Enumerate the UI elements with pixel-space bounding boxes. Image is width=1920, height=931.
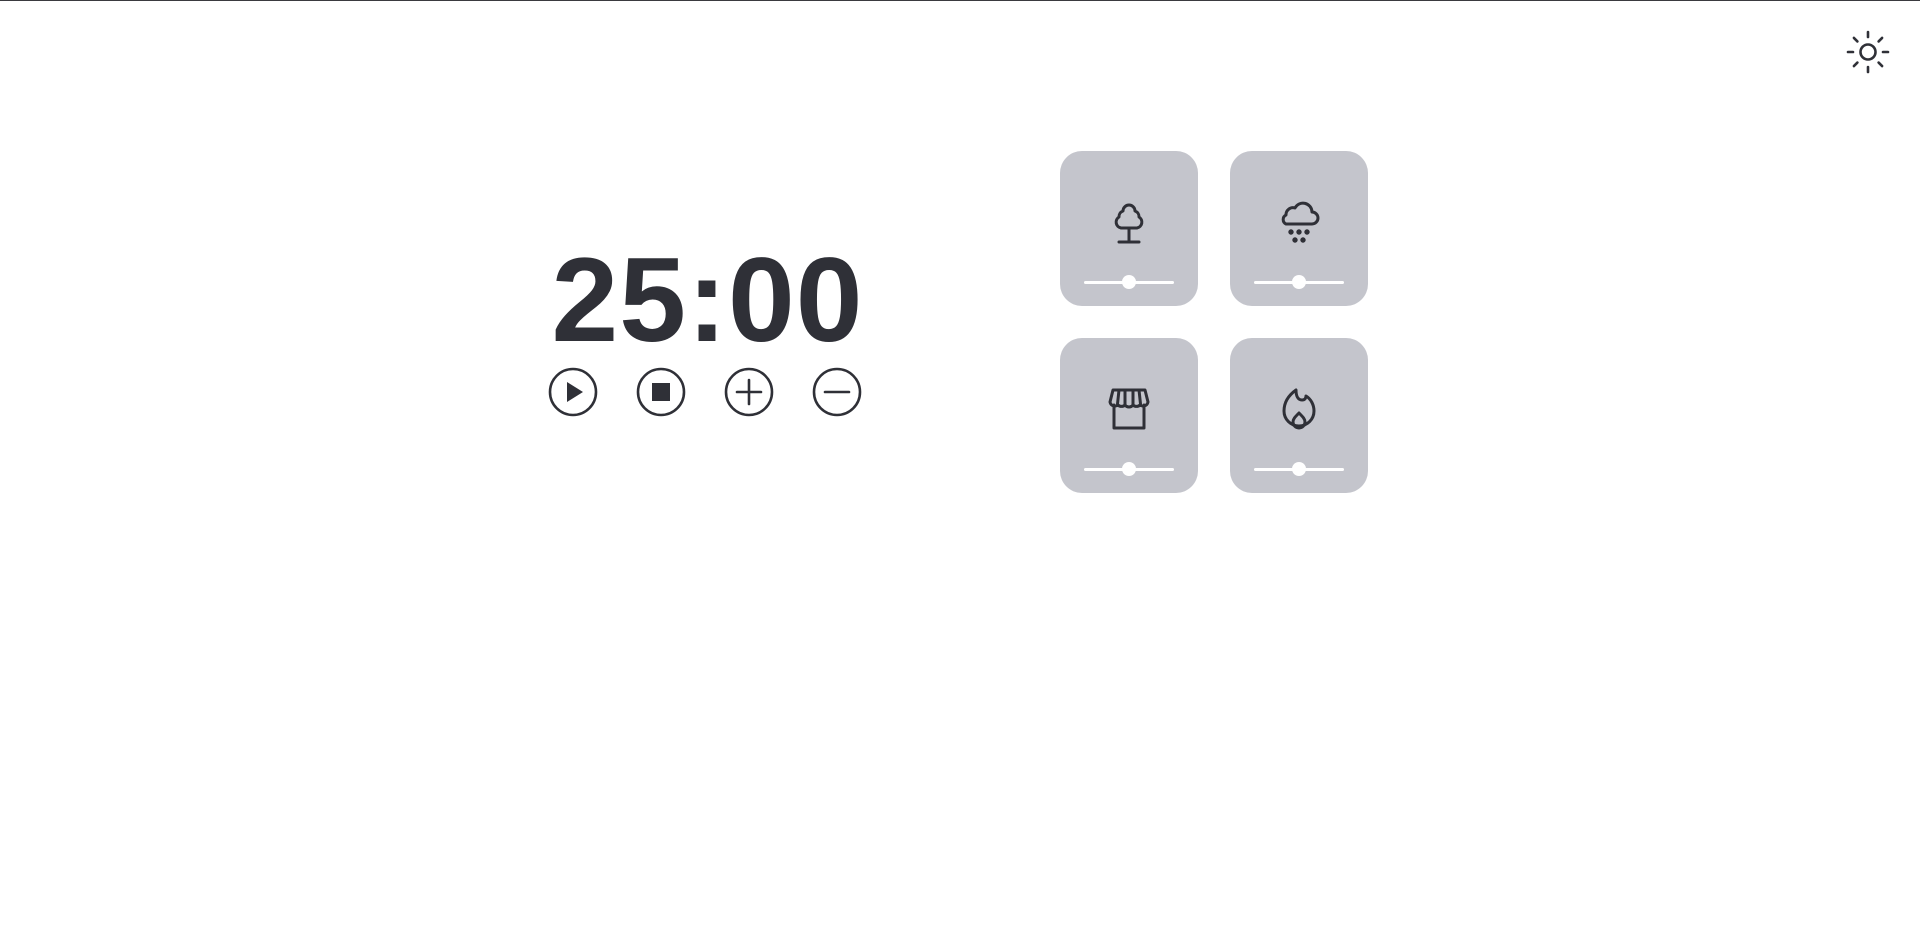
sun-icon bbox=[1846, 30, 1890, 74]
stop-icon bbox=[636, 367, 686, 417]
play-button[interactable] bbox=[548, 367, 598, 417]
slider-thumb[interactable] bbox=[1122, 275, 1136, 289]
fire-icon bbox=[1269, 378, 1329, 438]
slider-thumb[interactable] bbox=[1292, 275, 1306, 289]
tree-icon bbox=[1099, 191, 1159, 251]
increase-time-button[interactable] bbox=[724, 367, 774, 417]
timer-display: 25:00 bbox=[551, 233, 864, 367]
plus-circle-icon bbox=[724, 367, 774, 417]
volume-slider-forest[interactable] bbox=[1084, 275, 1174, 289]
minus-circle-icon bbox=[812, 367, 862, 417]
play-icon bbox=[548, 367, 598, 417]
sound-tile-cafe[interactable] bbox=[1060, 338, 1198, 493]
volume-slider-fireplace[interactable] bbox=[1254, 462, 1344, 476]
volume-slider-rain[interactable] bbox=[1254, 275, 1344, 289]
volume-slider-cafe[interactable] bbox=[1084, 462, 1174, 476]
slider-thumb[interactable] bbox=[1122, 462, 1136, 476]
sound-tile-fireplace[interactable] bbox=[1230, 338, 1368, 493]
timer-controls bbox=[548, 367, 868, 419]
slider-thumb[interactable] bbox=[1292, 462, 1306, 476]
rain-cloud-icon bbox=[1269, 191, 1329, 251]
storefront-icon bbox=[1099, 378, 1159, 438]
top-border bbox=[0, 0, 1920, 1]
stop-button[interactable] bbox=[636, 367, 686, 417]
decrease-time-button[interactable] bbox=[812, 367, 862, 417]
sound-tile-rain[interactable] bbox=[1230, 151, 1368, 306]
sound-tile-forest[interactable] bbox=[1060, 151, 1198, 306]
theme-toggle-button[interactable] bbox=[1844, 28, 1892, 76]
